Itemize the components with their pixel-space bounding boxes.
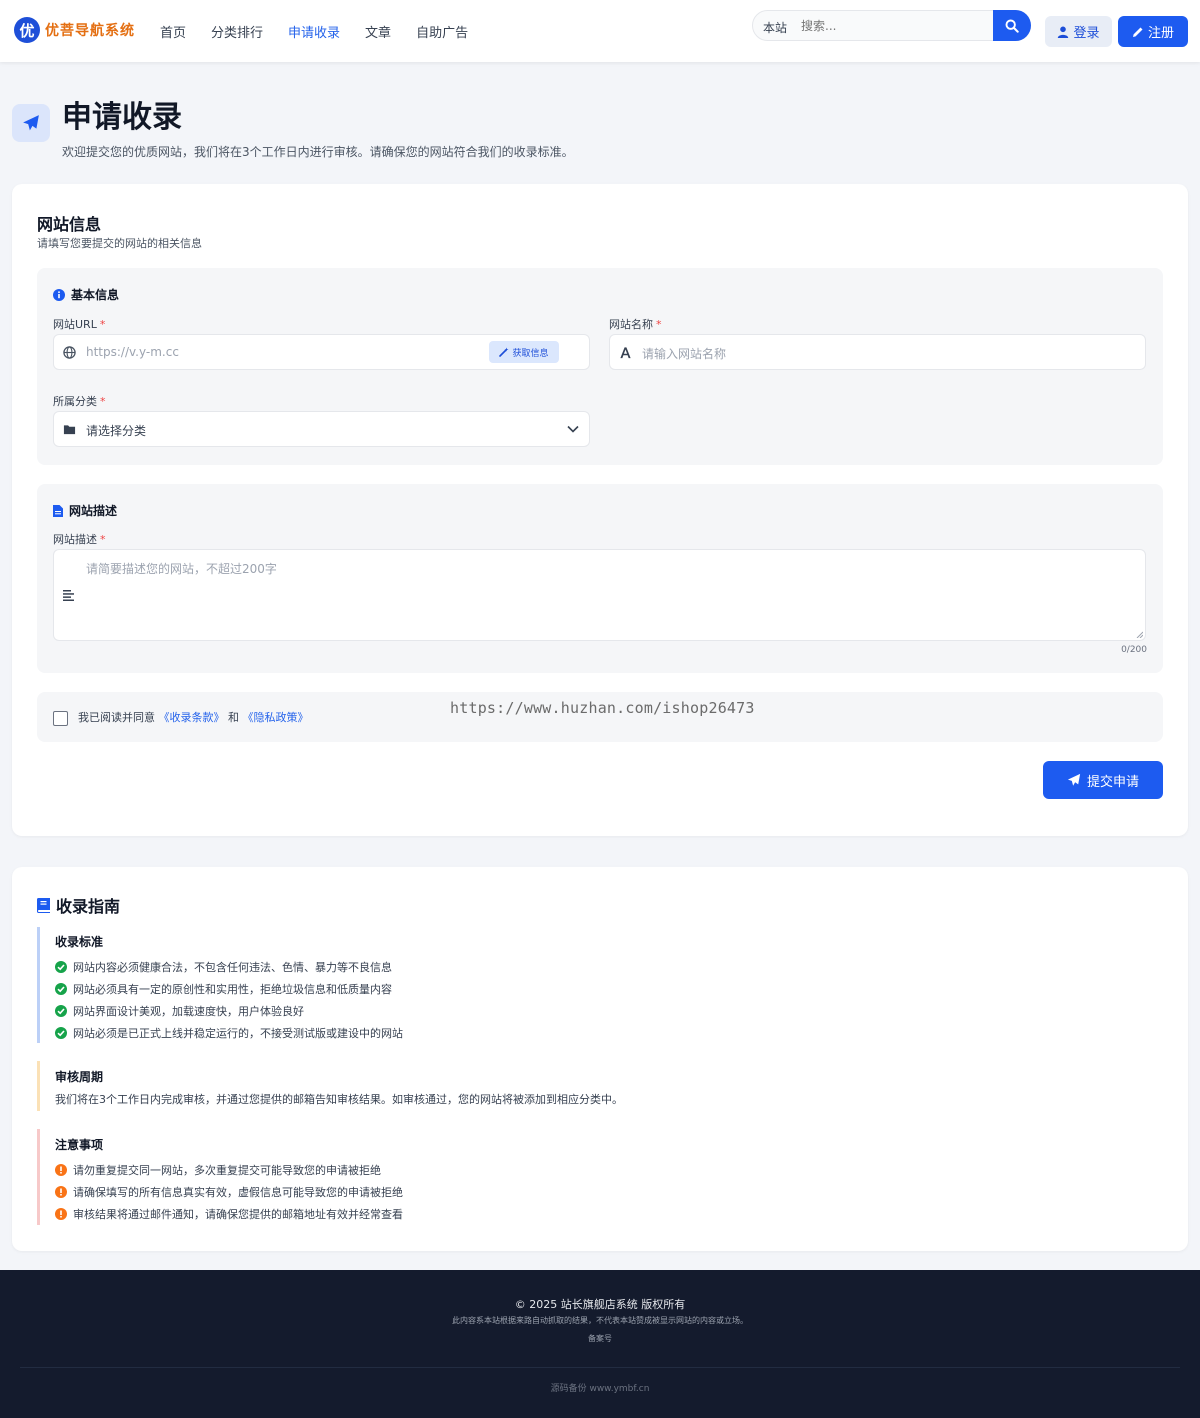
nav-category-ranking[interactable]: 分类排行 (211, 22, 263, 41)
warning-circle-icon (55, 1186, 67, 1198)
align-left-icon (63, 590, 74, 601)
check-circle-icon (55, 961, 67, 973)
description-label: 网站描述 * (53, 533, 106, 546)
search-bar: 本站 (752, 10, 1031, 41)
register-label: 注册 (1147, 26, 1174, 41)
folder-icon (63, 425, 76, 435)
description-placeholder: 请简要描述您的网站，不超过200字 (86, 562, 277, 576)
list-item: 网站内容必须健康合法，不包含任何违法、色情、暴力等不良信息 (55, 956, 403, 978)
notes-section: 注意事项 请勿重复提交同一网站，多次重复提交可能导致您的申请被拒绝 请确保填写的… (37, 1129, 403, 1225)
logo-text: 优菩导航系统 (45, 23, 135, 39)
basic-info-title: 基本信息 (71, 288, 120, 302)
top-navbar: 优 优菩导航系统 首页 分类排行 申请收录 文章 自助广告 本站 登录 注册 (0, 0, 1200, 62)
search-input[interactable] (801, 16, 981, 36)
footer-copyright: © 2025 站长旗舰店系统 版权所有 (514, 1298, 686, 1311)
site-name-field[interactable]: 请输入网站名称 (609, 334, 1146, 370)
category-label: 所属分类 * (53, 395, 106, 408)
login-button[interactable]: 登录 (1045, 16, 1112, 47)
globe-icon (63, 346, 76, 359)
site-name-placeholder: 请输入网站名称 (642, 347, 727, 361)
paper-plane-icon (1067, 773, 1081, 786)
check-circle-icon (55, 1005, 67, 1017)
agreement-and: 和 (228, 711, 239, 724)
standards-title: 收录标准 (55, 935, 104, 949)
footer-icp-link[interactable]: 备案号 (0, 1333, 1200, 1344)
watermark-url: https://www.huzhan.com/ishop26473 (450, 699, 755, 717)
document-icon (53, 504, 63, 517)
agreement-prefix: 我已阅读并同意 (78, 711, 155, 724)
footer-source-link[interactable]: 源码备份 www.ymbf.cn (0, 1381, 1200, 1394)
review-cycle-section: 审核周期 我们将在3个工作日内完成审核，并通过您提供的邮箱告知审核结果。如审核通… (37, 1061, 623, 1111)
agree-checkbox[interactable] (53, 711, 68, 726)
agreement-text: 我已阅读并同意 《收录条款》 和 《隐私政策》 (78, 709, 309, 725)
url-label: 网站URL * (53, 318, 106, 331)
standards-section: 收录标准 网站内容必须健康合法，不包含任何违法、色情、暴力等不良信息 网站必须具… (37, 927, 403, 1043)
warning-circle-icon (55, 1164, 67, 1176)
submit-button[interactable]: 提交申请 (1043, 761, 1163, 799)
nav-home[interactable]: 首页 (160, 22, 186, 41)
guide-heading: 收录指南 (37, 893, 120, 917)
review-cycle-text: 我们将在3个工作日内完成审核，并通过您提供的邮箱告知审核结果。如审核通过，您的网… (55, 1093, 623, 1106)
url-field[interactable]: https://v.y-m.cc 获取信息 (53, 334, 590, 370)
user-icon (1058, 26, 1069, 38)
chevron-down-icon (567, 425, 579, 433)
pencil-icon (1132, 27, 1143, 37)
nav-articles[interactable]: 文章 (365, 22, 391, 41)
list-item: 审核结果将通过邮件通知，请确保您提供的邮箱地址有效并经常查看 (55, 1203, 403, 1225)
privacy-link[interactable]: 《隐私政策》 (243, 711, 309, 724)
page-subtitle: 欢迎提交您的优质网站，我们将在3个工作日内进行审核。请确保您的网站符合我们的收录… (62, 145, 574, 159)
site-info-form: 网站信息 请填写您要提交的网站的相关信息 基本信息 网站URL * https:/… (12, 184, 1188, 836)
warning-circle-icon (55, 1208, 67, 1220)
page-title: 申请收录 (62, 100, 182, 135)
description-panel: 网站描述 网站描述 * 请简要描述您的网站，不超过200字 0/200 (37, 484, 1163, 673)
search-icon (1005, 19, 1019, 33)
description-textarea[interactable]: 请简要描述您的网站，不超过200字 (53, 549, 1146, 641)
submit-label: 提交申请 (1086, 774, 1139, 790)
main-nav: 首页 分类排行 申请收录 文章 自助广告 (160, 22, 493, 41)
nav-submit-site[interactable]: 申请收录 (288, 22, 340, 41)
description-heading: 网站描述 (53, 502, 117, 519)
nav-self-service-ads[interactable]: 自助广告 (416, 22, 468, 41)
paper-plane-icon (12, 104, 50, 142)
resize-handle-icon[interactable] (1136, 631, 1143, 638)
book-icon (37, 897, 50, 913)
login-label: 登录 (1073, 26, 1100, 41)
site-logo[interactable]: 优 优菩导航系统 (14, 17, 135, 43)
list-item: 网站必须是已正式上线并稳定运行的，不接受测试版或建设中的网站 (55, 1022, 403, 1044)
basic-info-heading: 基本信息 (53, 286, 119, 303)
check-circle-icon (55, 1027, 67, 1039)
notes-title: 注意事项 (55, 1138, 104, 1152)
category-selected-value: 请选择分类 (86, 424, 147, 438)
site-name-label: 网站名称 * (609, 318, 662, 331)
character-counter: 0/200 (1121, 645, 1147, 655)
register-button[interactable]: 注册 (1118, 16, 1188, 47)
list-item: 请勿重复提交同一网站，多次重复提交可能导致您的申请被拒绝 (55, 1159, 403, 1181)
form-title: 网站信息 (37, 215, 102, 234)
footer-disclaimer: 此内容系本站根据来路自动抓取的结果，不代表本站赞成被显示网站的内容或立场。 (452, 1316, 748, 1325)
list-item: 网站界面设计美观，加载速度快，用户体验良好 (55, 1000, 403, 1022)
terms-link[interactable]: 《收录条款》 (159, 711, 225, 724)
site-footer: © 2025 站长旗舰店系统 版权所有 此内容系本站根据来路自动抓取的结果，不代… (0, 1270, 1200, 1418)
url-placeholder: https://v.y-m.cc (86, 345, 179, 359)
magic-wand-icon (499, 347, 509, 357)
font-icon (620, 347, 631, 359)
fetch-info-label: 获取信息 (512, 348, 549, 359)
fetch-info-button[interactable]: 获取信息 (489, 341, 559, 363)
info-icon (53, 288, 65, 301)
list-item: 请确保填写的所有信息真实有效，虚假信息可能导致您的申请被拒绝 (55, 1181, 403, 1203)
submission-guide: 收录指南 收录标准 网站内容必须健康合法，不包含任何违法、色情、暴力等不良信息 … (12, 867, 1188, 1251)
list-item: 网站必须具有一定的原创性和实用性，拒绝垃圾信息和低质量内容 (55, 978, 403, 1000)
form-subtitle: 请填写您要提交的网站的相关信息 (37, 237, 202, 250)
logo-badge: 优 (14, 17, 40, 43)
footer-divider (20, 1367, 1180, 1368)
basic-info-panel: 基本信息 网站URL * https://v.y-m.cc 获取信息 网站名称 * … (37, 268, 1163, 465)
review-cycle-title: 审核周期 (55, 1070, 104, 1084)
guide-title: 收录指南 (56, 897, 121, 916)
category-select[interactable]: 请选择分类 (53, 411, 590, 447)
check-circle-icon (55, 983, 67, 995)
search-scope-selector[interactable]: 本站 (763, 19, 787, 36)
description-title: 网站描述 (69, 504, 118, 518)
search-button[interactable] (993, 10, 1031, 41)
